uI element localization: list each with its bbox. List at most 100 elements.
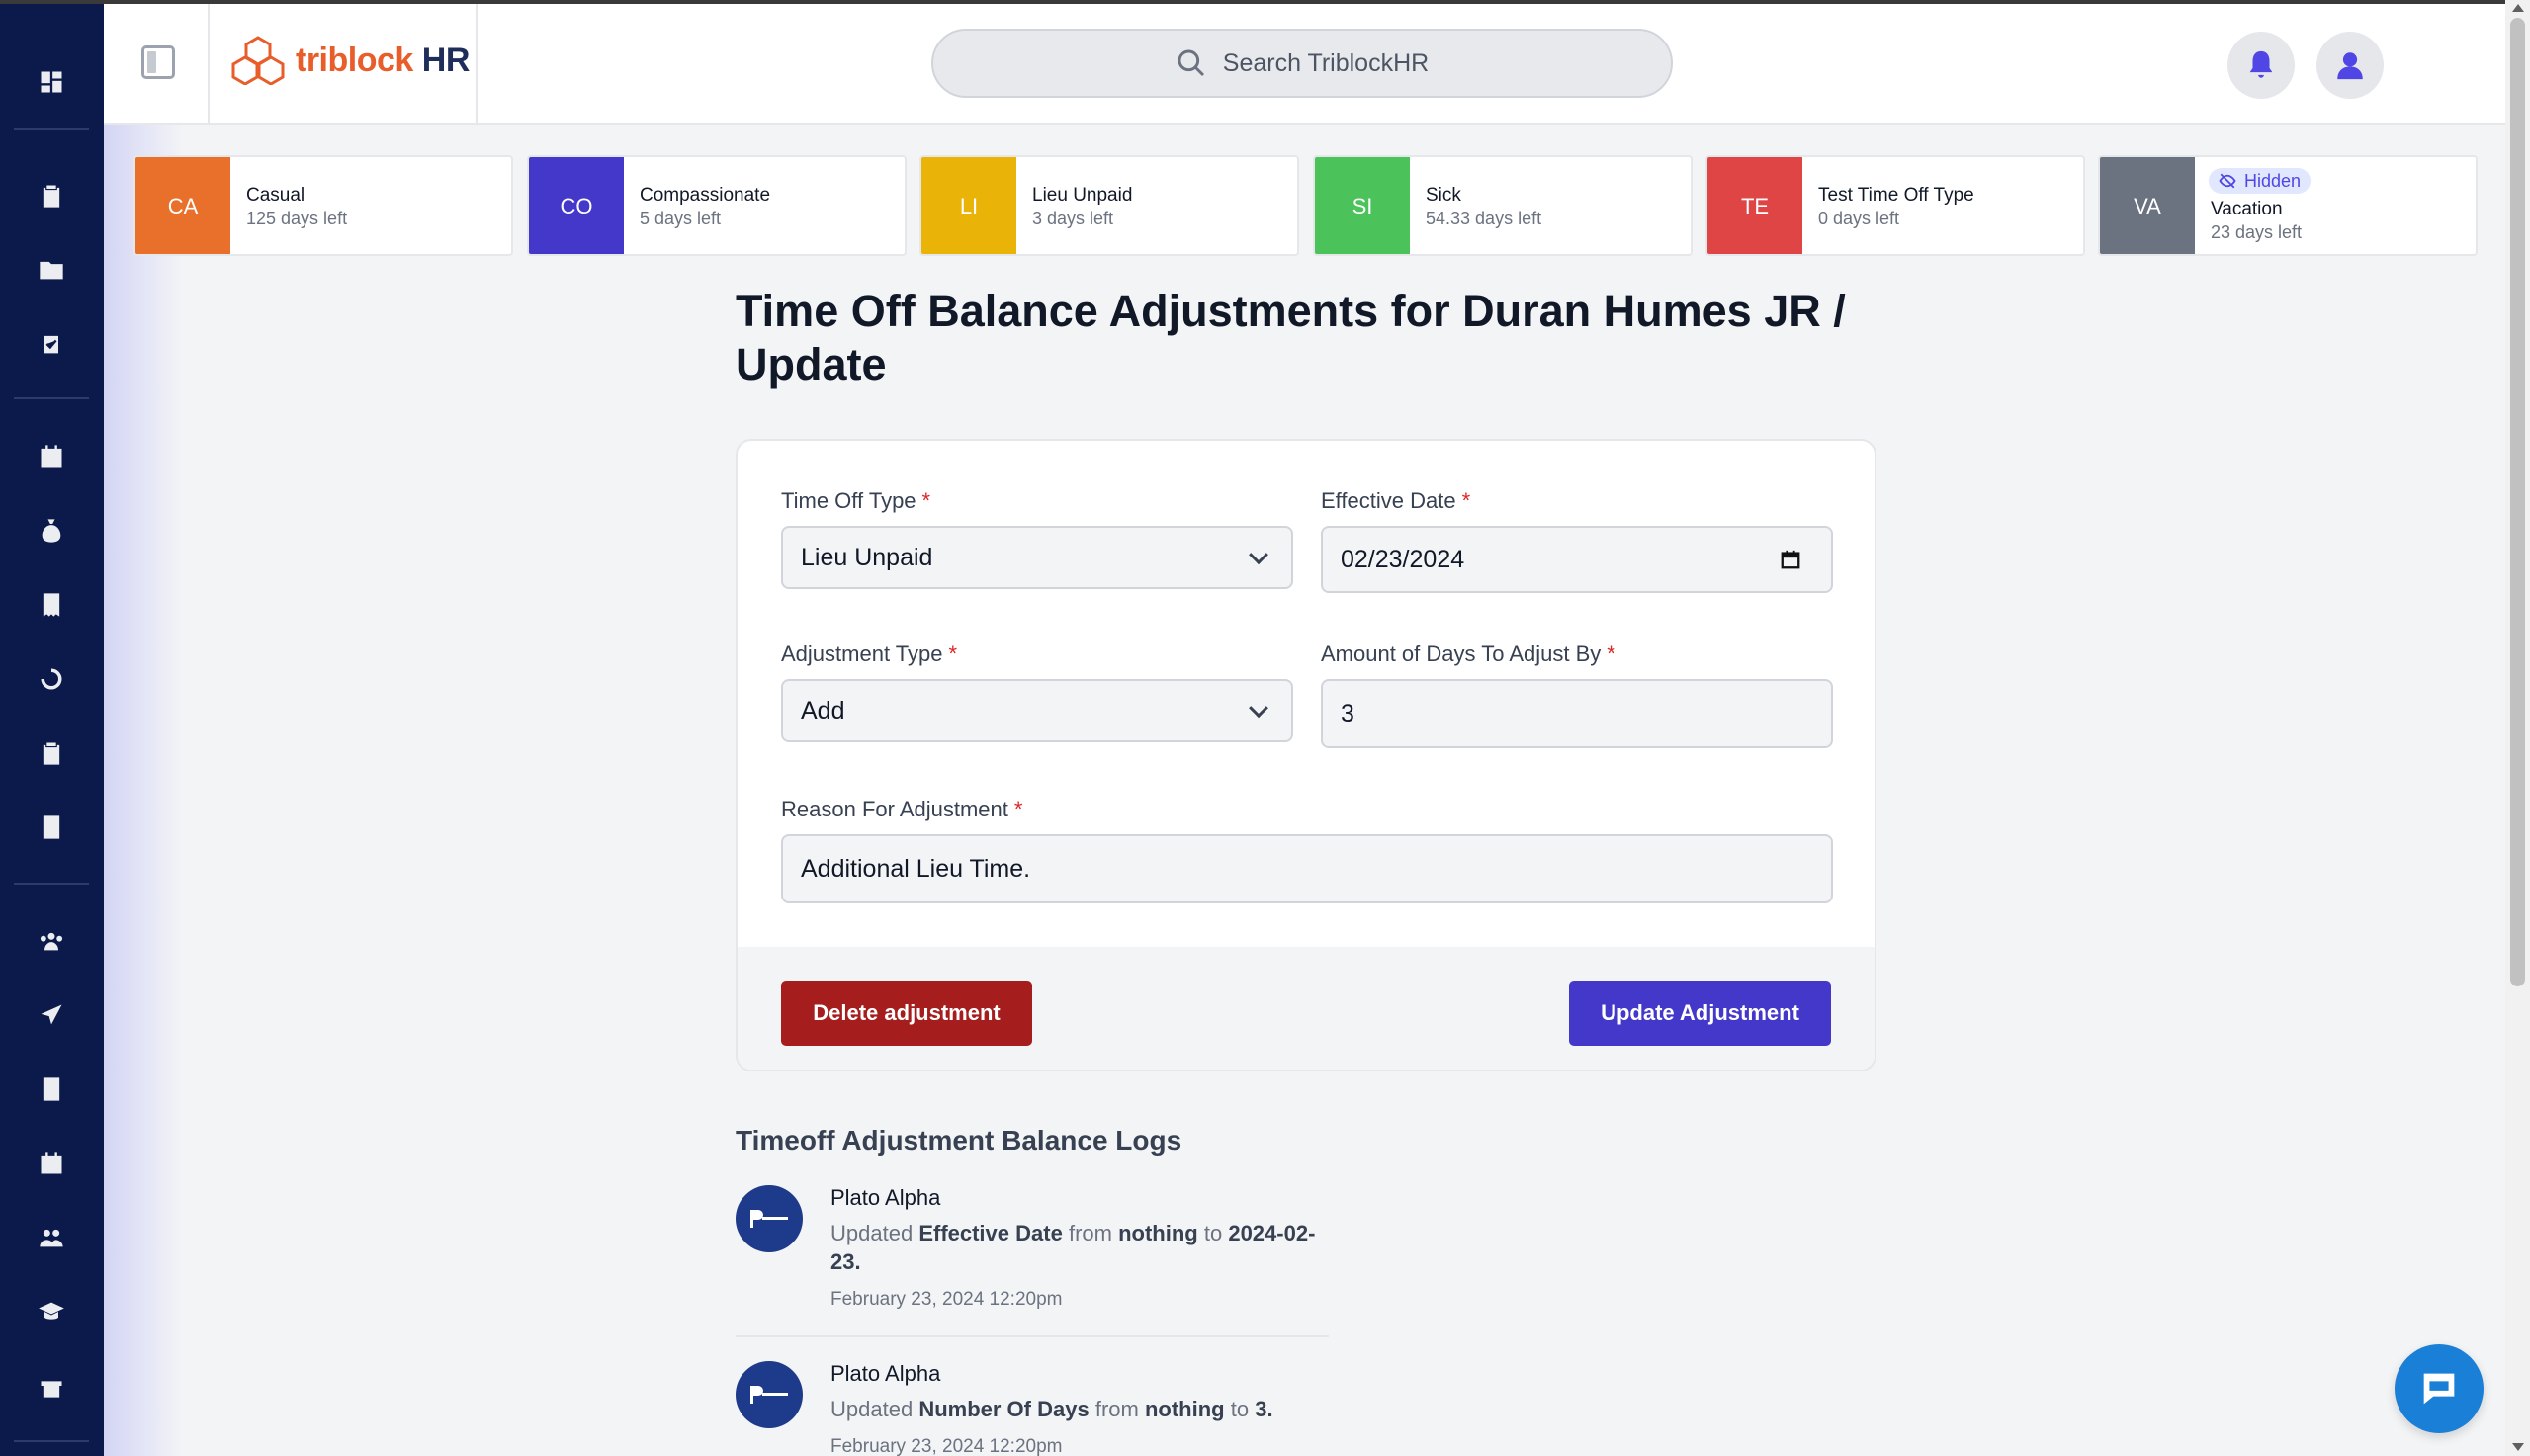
dashboard-icon[interactable]	[34, 64, 69, 100]
balance-name: Sick	[1426, 185, 1461, 206]
balance-card-vacation[interactable]: VA Hidden Vacation 23 days left	[2098, 155, 2478, 256]
triblock-logo-icon	[231, 36, 285, 85]
update-adjustment-button[interactable]: Update Adjustment	[1569, 981, 1831, 1046]
chat-widget-button[interactable]	[2395, 1344, 2484, 1433]
amount-value: 3	[1341, 699, 1354, 728]
log-timestamp: February 23, 2024 12:20pm	[830, 1289, 1063, 1310]
log-message: Updated Number Of Days from nothing to 3…	[830, 1397, 1273, 1421]
task-icon[interactable]	[34, 326, 69, 362]
effective-date-input[interactable]: 02/23/2024	[1321, 526, 1833, 593]
graduation-cap-icon[interactable]	[34, 1294, 69, 1329]
time-off-type-select[interactable]: Lieu Unpaid	[781, 526, 1293, 589]
team-icon[interactable]	[34, 923, 69, 959]
balance-card-casual[interactable]: CA Casual 125 days left	[133, 155, 513, 256]
balance-code-badge: VA	[2100, 157, 2195, 254]
gift-icon[interactable]	[34, 1368, 69, 1404]
balance-days-left: 125 days left	[246, 209, 348, 228]
balance-days-left: 23 days left	[2211, 222, 2303, 242]
money-bag-icon[interactable]	[34, 513, 69, 549]
notifications-button[interactable]	[2227, 32, 2295, 99]
adjustment-type-value: Add	[801, 696, 845, 725]
logs-title: Timeoff Adjustment Balance Logs	[736, 1125, 1182, 1156]
amount-label: Amount of Days To Adjust By *	[1321, 642, 1615, 666]
rail-divider	[14, 397, 89, 399]
balance-code-badge: CA	[135, 157, 230, 254]
calendar-picker-icon[interactable]	[1780, 549, 1801, 570]
balance-days-left: 54.33 days left	[1426, 209, 1542, 228]
rail-divider	[14, 1440, 89, 1442]
adjustment-type-label: Adjustment Type *	[781, 642, 958, 666]
log-user: Plato Alpha	[830, 1185, 941, 1210]
chevron-down-icon	[1249, 698, 1268, 719]
time-off-type-label: Time Off Type *	[781, 488, 931, 513]
balance-days-left: 5 days left	[640, 209, 722, 228]
user-icon	[2337, 52, 2363, 80]
header-divider	[208, 0, 210, 125]
balance-code-badge: LI	[921, 157, 1016, 254]
rail-divider	[14, 128, 89, 130]
search-placeholder: Search TriblockHR	[1222, 48, 1430, 77]
adjustment-form: Time Off Type * Lieu Unpaid Effective Dat…	[736, 439, 1876, 1071]
calculator-icon[interactable]	[34, 810, 69, 845]
log-divider	[736, 1335, 1329, 1337]
balance-days-left: 0 days left	[1818, 209, 1900, 228]
chevron-down-icon	[1249, 545, 1268, 565]
sidebar-toggle-icon[interactable]	[141, 45, 175, 79]
balance-card-sick[interactable]: SI Sick 54.33 days left	[1313, 155, 1693, 256]
plato-logo-icon	[750, 1210, 788, 1228]
chat-icon	[2423, 1373, 2455, 1405]
receipt-icon[interactable]	[34, 587, 69, 623]
search-icon	[1178, 49, 1204, 77]
scroll-down-arrow-icon[interactable]	[2512, 1443, 2524, 1451]
sidebar	[0, 0, 104, 1456]
log-message: Updated Effective Date from nothing to 2…	[830, 1221, 1316, 1274]
hidden-badge: Hidden	[2209, 168, 2312, 194]
hidden-badge-label: Hidden	[2244, 170, 2302, 191]
balance-card-lieu-unpaid[interactable]: LI Lieu Unpaid 3 days left	[919, 155, 1299, 256]
form-actions: Delete adjustment Update Adjustment	[738, 947, 1875, 1070]
page-title: Time Off Balance Adjustments for Duran H…	[736, 286, 1846, 389]
balance-card-test-time-off[interactable]: TE Test Time Off Type 0 days left	[1705, 155, 2085, 256]
history-icon[interactable]	[34, 661, 69, 697]
search-input[interactable]: Search TriblockHR	[931, 29, 1673, 98]
logo-text: triblock HR	[296, 41, 470, 79]
window-top-border	[0, 0, 2530, 4]
bell-icon	[2249, 50, 2273, 78]
balance-name: Lieu Unpaid	[1032, 185, 1133, 206]
plane-icon[interactable]	[34, 997, 69, 1033]
effective-date-label: Effective Date *	[1321, 488, 1471, 513]
user-menu-button[interactable]	[2316, 32, 2384, 99]
avatar	[736, 1185, 803, 1252]
effective-date-value: 02/23/2024	[1341, 545, 1465, 573]
balance-name: Test Time Off Type	[1818, 185, 1974, 206]
scroll-up-arrow-icon[interactable]	[2512, 4, 2524, 12]
adjustment-type-select[interactable]: Add	[781, 679, 1293, 742]
contact-book-icon[interactable]	[34, 1071, 69, 1107]
rail-divider	[14, 883, 89, 885]
balance-code-badge: TE	[1707, 157, 1802, 254]
scrollbar-thumb[interactable]	[2510, 18, 2525, 986]
folder-icon[interactable]	[34, 252, 69, 288]
log-entry: Plato Alpha Updated Effective Date from …	[736, 1185, 1329, 1324]
calendar-icon[interactable]	[34, 439, 69, 474]
header-divider	[476, 0, 478, 125]
delete-adjustment-button[interactable]: Delete adjustment	[781, 981, 1032, 1046]
reason-input[interactable]: Additional Lieu Time.	[781, 834, 1833, 903]
clipboard-icon[interactable]	[34, 178, 69, 214]
calendar-grid-icon[interactable]	[34, 1146, 69, 1181]
users-icon[interactable]	[34, 1220, 69, 1255]
reason-value: Additional Lieu Time.	[801, 854, 1031, 883]
logo[interactable]: triblock HR	[230, 36, 470, 85]
balance-name: Compassionate	[640, 185, 771, 206]
time-off-type-value: Lieu Unpaid	[801, 543, 933, 571]
balance-code-badge: CO	[529, 157, 624, 254]
balance-code-badge: SI	[1315, 157, 1410, 254]
log-entry: Plato Alpha Updated Number Of Days from …	[736, 1361, 1329, 1456]
amount-input[interactable]: 3	[1321, 679, 1833, 748]
clipboard-list-icon[interactable]	[34, 735, 69, 771]
plato-logo-icon	[750, 1386, 788, 1404]
log-user: Plato Alpha	[830, 1361, 941, 1386]
avatar	[736, 1361, 803, 1428]
balance-card-compassionate[interactable]: CO Compassionate 5 days left	[527, 155, 907, 256]
balance-days-left: 3 days left	[1032, 209, 1114, 228]
